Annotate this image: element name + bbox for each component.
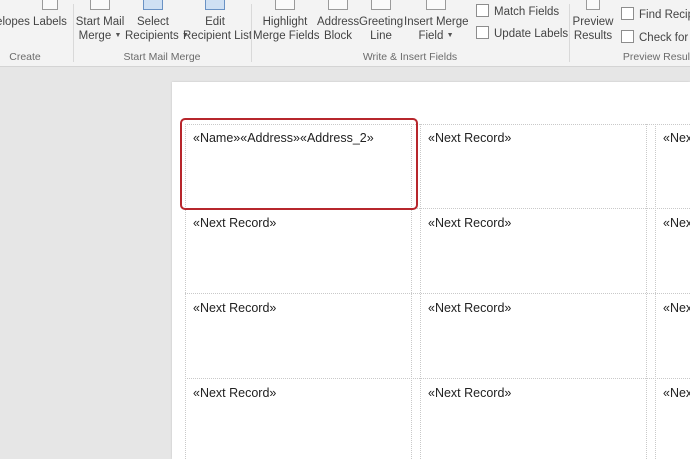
highlight-merge-fields-button[interactable]: Highlight Merge Fields: [253, 0, 320, 48]
highlight-line2: Merge Fields: [253, 30, 320, 42]
check-errors-icon: [621, 30, 634, 43]
label-cell-next-record[interactable]: «Next Record»: [193, 216, 276, 230]
match-fields-button[interactable]: Match Fields: [476, 4, 559, 18]
greeting-line-icon: [371, 0, 391, 10]
highlight-icon: [275, 0, 295, 10]
preview-results-button[interactable]: Preview Results: [571, 0, 615, 48]
grid-line: [655, 124, 656, 459]
select-recipients-line2: Recipients ▼: [125, 30, 189, 43]
preview-icon: [586, 0, 600, 10]
insert-merge-field-button[interactable]: Insert Merge Field ▼: [404, 0, 469, 48]
label-cell-next-record[interactable]: «Next Record»: [193, 301, 276, 315]
check-errors-button[interactable]: Check for E: [621, 30, 690, 44]
edit-recipient-line2: Recipient List: [183, 30, 253, 42]
update-labels-button[interactable]: Update Labels: [476, 26, 568, 40]
labels-icon: [42, 0, 58, 10]
label-cell-next-record[interactable]: «Nex: [663, 216, 690, 230]
group-preview-results: Preview Resul: [622, 51, 690, 63]
highlight-box: [180, 118, 418, 210]
find-recipient-label: Find Recipie: [639, 9, 690, 21]
preview-results-line1: Preview: [572, 16, 614, 28]
preview-results-line2: Results: [573, 30, 613, 42]
label-cell-next-record[interactable]: «Nex: [663, 301, 690, 315]
insert-merge-line2: Field ▼: [418, 30, 454, 43]
label-cell-next-record[interactable]: «Next Record»: [428, 216, 511, 230]
separator: [569, 4, 570, 62]
label-cell-next-record[interactable]: «Nex: [663, 131, 690, 145]
insert-merge-line1: Insert Merge: [404, 16, 469, 28]
edit-recipient-list-button[interactable]: Edit Recipient List: [183, 0, 253, 48]
ribbon: elopes Labels Create Start Mail Merge ▼ …: [0, 0, 690, 67]
address-block-line2: Block: [323, 30, 353, 42]
match-fields-icon: [476, 4, 489, 17]
label-cell-next-record[interactable]: «Next Record»: [428, 301, 511, 315]
grid-line: [185, 293, 690, 294]
labels-button[interactable]: Labels: [33, 0, 67, 48]
label-cell-next-record[interactable]: «Next Record»: [193, 386, 276, 400]
chevron-down-icon: ▼: [114, 32, 122, 39]
start-mail-merge-button[interactable]: Start Mail Merge ▼: [75, 0, 125, 48]
separator: [251, 4, 252, 62]
address-block-icon: [328, 0, 348, 10]
group-start-mail-merge: Start Mail Merge: [123, 51, 201, 63]
update-labels-icon: [476, 26, 489, 39]
edit-recipient-line1: Edit: [205, 16, 225, 28]
label-cell-next-record[interactable]: «Next Record»: [428, 131, 511, 145]
find-recipient-icon: [621, 7, 634, 20]
chevron-down-icon: ▼: [446, 32, 454, 39]
grid-line: [185, 378, 690, 379]
address-block-button[interactable]: Address Block: [317, 0, 359, 48]
edit-list-icon: [205, 0, 225, 10]
label-cell-next-record[interactable]: «Nex: [663, 386, 690, 400]
select-recipients-button[interactable]: Select Recipients ▼: [125, 0, 189, 48]
group-create: Create: [9, 51, 41, 63]
envelopes-button[interactable]: elopes: [0, 0, 30, 48]
start-mail-merge-line1: Start Mail: [75, 16, 125, 28]
check-errors-label: Check for E: [639, 32, 690, 44]
start-mail-merge-line2: Merge ▼: [78, 30, 122, 43]
mail-merge-icon: [90, 0, 110, 10]
greeting-line-line2: Line: [370, 30, 392, 42]
update-labels-label: Update Labels: [494, 28, 569, 40]
recipients-icon: [143, 0, 163, 10]
highlight-line1: Highlight: [262, 16, 308, 28]
label-cell-next-record[interactable]: «Next Record»: [428, 386, 511, 400]
greeting-line-button[interactable]: Greeting Line: [359, 0, 403, 48]
labels-label: Labels: [33, 16, 67, 28]
group-write-insert-fields: Write & Insert Fields: [362, 51, 458, 63]
grid-line: [420, 124, 421, 459]
greeting-line-line1: Greeting: [359, 16, 404, 28]
insert-field-icon: [426, 0, 446, 10]
separator: [73, 4, 74, 62]
find-recipient-button[interactable]: Find Recipie: [621, 7, 690, 21]
select-recipients-line1: Select: [137, 16, 169, 28]
address-block-line1: Address: [317, 16, 360, 28]
grid-line: [646, 124, 647, 459]
envelopes-label: elopes: [0, 16, 30, 28]
match-fields-label: Match Fields: [494, 6, 560, 18]
